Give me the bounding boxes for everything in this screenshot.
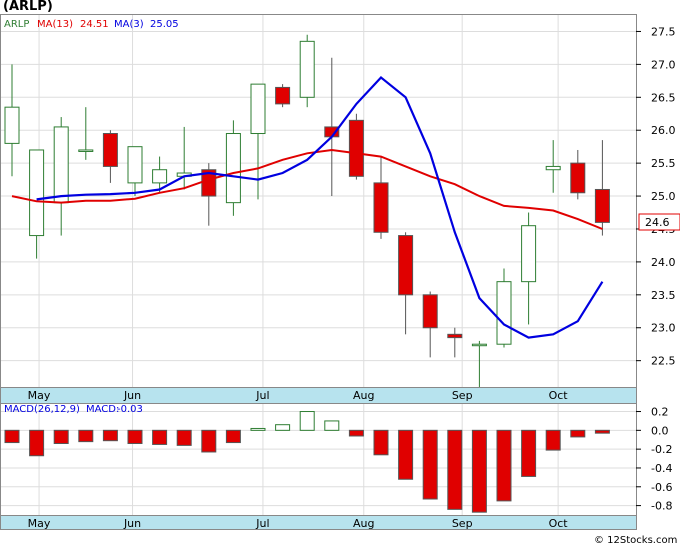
- price-tick-label: 26.5: [651, 91, 676, 104]
- macd-month-label: Aug: [353, 517, 374, 530]
- price-month-label: May: [28, 389, 51, 402]
- macd-bar-negative: [152, 429, 168, 445]
- macd-bar-positive: [275, 424, 291, 431]
- macd-tick-label: 0.0: [651, 424, 669, 437]
- macd-bar-negative: [422, 429, 438, 500]
- price-tick-label: 27.5: [651, 25, 676, 38]
- candle-down: [570, 162, 586, 194]
- macd-label: MACD:: [86, 404, 119, 415]
- macd-bar-negative: [594, 429, 610, 434]
- macd-bar-negative: [201, 429, 217, 453]
- macd-bar-negative: [373, 429, 389, 456]
- legend-ma3-label: MA(3): [114, 19, 144, 30]
- candle-down: [422, 294, 438, 329]
- price-x-axis-band: [0, 387, 637, 404]
- macd-month-label: Jul: [255, 517, 269, 530]
- candle-up: [225, 133, 241, 204]
- macd-bar-negative: [398, 429, 414, 480]
- legend-ma13-value: 24.51: [80, 19, 109, 30]
- candle-down: [398, 235, 414, 296]
- candle-up: [250, 83, 266, 135]
- macd-bar-negative: [521, 429, 537, 477]
- macd-bar-negative: [53, 429, 69, 445]
- price-month-label: Aug: [353, 389, 374, 402]
- price-tick-label: 25.0: [651, 190, 676, 203]
- price-month-label: Oct: [549, 389, 569, 402]
- macd-bar-negative: [225, 429, 241, 444]
- candle-up: [299, 40, 315, 98]
- macd-tick-label: -0.6: [651, 481, 672, 494]
- macd-tick-label: -0.4: [651, 462, 672, 475]
- candle-up: [78, 149, 94, 152]
- price-y-axis: 22.523.023.524.024.525.025.526.026.527.0…: [636, 25, 676, 368]
- candle-up: [496, 281, 512, 345]
- footer-credit: © 12Stocks.com: [594, 535, 677, 546]
- candle-up: [521, 225, 537, 283]
- stock-chart: 22.523.023.524.024.525.025.526.026.527.0…: [0, 14, 680, 546]
- candle-up: [4, 106, 20, 144]
- macd-bar-negative: [127, 429, 143, 445]
- candle-down: [594, 188, 610, 223]
- price-tick-label: 25.5: [651, 157, 676, 170]
- macd-month-label: Sep: [452, 517, 473, 530]
- candle-up: [471, 343, 487, 347]
- candle-up: [127, 146, 143, 184]
- macd-bar-positive: [299, 411, 315, 431]
- macd-bar-negative: [102, 429, 118, 442]
- price-tick-label: 24.0: [651, 256, 676, 269]
- legend-symbol: ARLP: [4, 19, 29, 30]
- macd-month-label: May: [28, 517, 51, 530]
- price-month-label: Jul: [255, 389, 269, 402]
- macd-tick-label: -0.2: [651, 443, 672, 456]
- price-tick-label: 23.5: [651, 289, 676, 302]
- candle-up: [152, 169, 168, 184]
- macd-x-axis-band: [0, 515, 637, 530]
- macd-bar-negative: [447, 429, 463, 510]
- macd-bar-negative: [29, 429, 45, 457]
- legend-ma3-value: 25.05: [150, 19, 179, 30]
- macd-value: -0.03: [117, 404, 143, 415]
- macd-params-label: MACD(26,12,9): [4, 404, 80, 415]
- macd-bar-negative: [176, 429, 192, 446]
- candle-down: [102, 133, 118, 167]
- candle-down: [447, 333, 463, 339]
- macd-panel: [0, 403, 637, 516]
- macd-bar-negative: [471, 429, 487, 513]
- price-tick-label: 22.5: [651, 355, 676, 368]
- price-tick-label: 23.0: [651, 322, 676, 335]
- macd-month-label: Jun: [123, 517, 141, 530]
- candle-up: [545, 165, 561, 171]
- macd-y-axis: 0.2 0.0 -0.2 -0.4 -0.6 -0.8: [636, 406, 672, 513]
- macd-bar-positive: [250, 427, 266, 431]
- legend-ma13-label: MA(13): [37, 19, 73, 30]
- candle-down: [275, 86, 291, 105]
- macd-month-label: Oct: [549, 517, 569, 530]
- macd-tick-label: 0.2: [651, 406, 669, 419]
- macd-bar-negative: [78, 429, 94, 443]
- price-tick-label: 26.0: [651, 124, 676, 137]
- price-month-label: Sep: [452, 389, 473, 402]
- price-tag: 24.6: [645, 216, 670, 229]
- macd-bar-negative: [348, 429, 364, 437]
- price-month-label: Jun: [123, 389, 141, 402]
- macd-bar-negative: [545, 429, 561, 451]
- macd-bar-negative: [570, 429, 586, 438]
- candle-up: [29, 149, 45, 237]
- candle-down: [348, 119, 364, 177]
- macd-bar-negative: [4, 429, 20, 444]
- macd-tick-label: -0.8: [651, 500, 672, 513]
- macd-bar-negative: [496, 429, 512, 502]
- candle-down: [373, 182, 389, 233]
- candle-up: [53, 126, 69, 204]
- macd-bar-positive: [324, 420, 340, 431]
- price-tick-label: 27.0: [651, 58, 676, 71]
